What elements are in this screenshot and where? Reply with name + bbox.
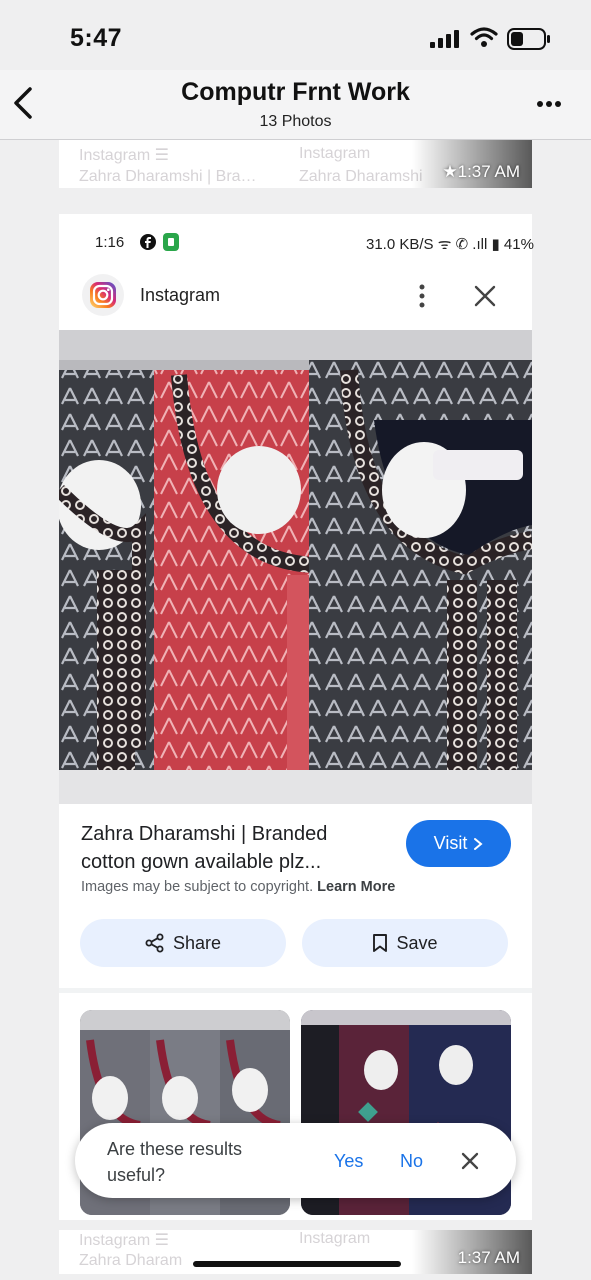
gown-photo <box>59 330 532 804</box>
section-divider <box>59 988 532 993</box>
ghost-text: Instagram <box>299 1230 371 1247</box>
share-icon <box>145 933 164 953</box>
result-image[interactable] <box>59 330 532 804</box>
close-icon[interactable] <box>474 285 496 307</box>
home-indicator[interactable] <box>193 1261 401 1267</box>
phone-status-right: 31.0 KB/S ᯤ ✆ .ıll ▮ 41% <box>366 236 534 253</box>
instagram-logo <box>82 274 124 316</box>
feedback-no-button[interactable]: No <box>400 1151 423 1172</box>
next-photo-strip[interactable]: Instagram ☰ Zahra Dharam Instagram 1:37 … <box>59 1230 532 1274</box>
photo-timestamp: 1:37 AM <box>457 1248 520 1267</box>
close-icon[interactable] <box>460 1151 480 1171</box>
feedback-question: Are these results useful? <box>107 1139 243 1185</box>
battery-icon <box>507 28 550 50</box>
visit-button[interactable]: Visit <box>406 820 511 867</box>
photo-count: 13 Photos <box>259 113 332 130</box>
kebab-menu-icon[interactable] <box>418 284 426 308</box>
ellipsis-icon[interactable] <box>536 100 562 108</box>
share-button[interactable]: Share <box>80 919 286 967</box>
bookmark-icon <box>373 934 388 952</box>
save-label: Save <box>396 932 438 953</box>
ghost-text: Instagram <box>299 145 371 162</box>
ghost-text: Instagram ☰ <box>79 1232 169 1249</box>
status-time: 5:47 <box>70 24 123 52</box>
wifi-icon <box>470 27 498 47</box>
result-title[interactable]: Zahra Dharamshi | Branded cotton gown av… <box>81 820 381 876</box>
ghost-text: Instagram ☰ <box>79 147 169 164</box>
share-label: Share <box>172 932 222 953</box>
ghost-text: Zahra Dharamshi | Bra… <box>79 168 257 185</box>
learn-more-link[interactable]: Learn More <box>317 879 395 895</box>
copyright-notice: Images may be subject to copyright. Lear… <box>81 879 395 895</box>
source-label: Instagram <box>140 285 221 305</box>
status-bar: 5:47 <box>0 0 591 70</box>
instagram-icon <box>90 282 116 308</box>
chevron-right-icon <box>474 837 483 850</box>
feedback-yes-button[interactable]: Yes <box>334 1151 363 1172</box>
previous-photo-strip[interactable]: Instagram ☰ Zahra Dharamshi | Bra… Insta… <box>59 140 532 188</box>
ghost-text: Zahra Dharam <box>79 1252 183 1269</box>
signal-icon <box>430 30 459 48</box>
visit-label: Visit <box>433 833 468 853</box>
ghost-text: Zahra Dharamshi <box>299 168 423 185</box>
album-title: Computr Frnt Work <box>181 78 410 106</box>
save-button[interactable]: Save <box>302 919 508 967</box>
app-notification-icon <box>163 233 179 251</box>
photo-timestamp: ★1:37 AM <box>442 162 520 181</box>
copyright-text: Images may be subject to copyright. <box>81 879 314 895</box>
phone-status-time: 1:16 <box>95 234 125 251</box>
facebook-icon <box>140 234 156 250</box>
